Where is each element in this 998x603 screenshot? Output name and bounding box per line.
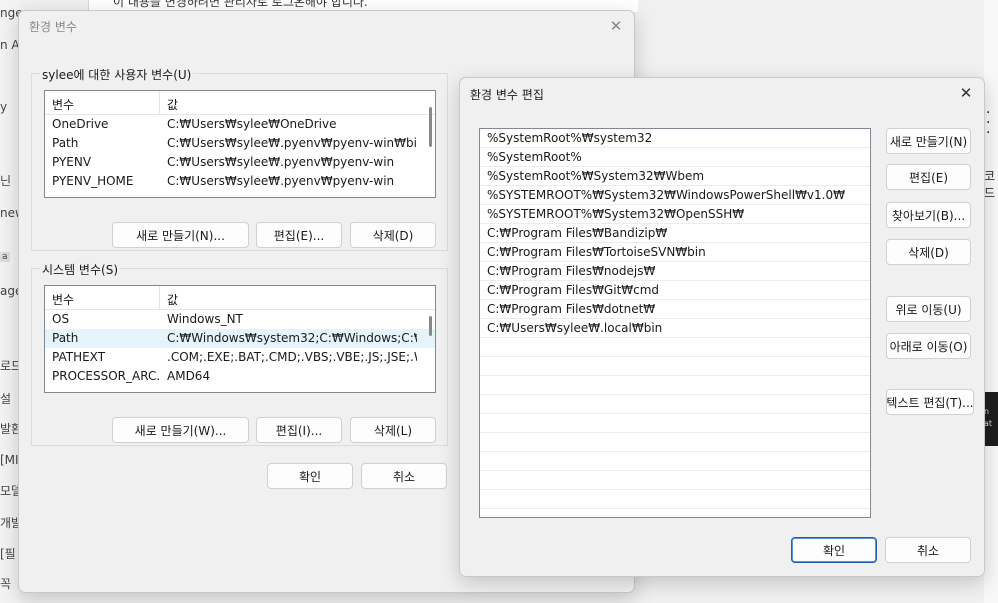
background-fragment: [필 [0,547,16,561]
table-row-selected[interactable]: Path C:₩Windows₩system32;C:₩Windows;C:₩.… [45,329,435,348]
empty-list-item[interactable] [480,414,870,433]
background-left-panel: nge n A y 닌 new a age 로드 설 발환 [MI 모델 개발 … [0,0,25,603]
list-item[interactable]: C:₩Program Files₩Bandizip₩ [480,224,870,243]
background-fragment: 꼭 [0,577,12,591]
list-item[interactable]: C:₩Program Files₩nodejs₩ [480,262,870,281]
list-item[interactable]: %SYSTEMROOT%₩System32₩WindowsPowerShell₩… [480,186,870,205]
browse-button[interactable]: 찾아보기(B)... [886,202,971,228]
system-variables-group: 시스템 변수(S) 변수 값 OS Windows_NT Path C:₩Win… [31,261,448,446]
cancel-button[interactable]: 취소 [361,463,447,489]
background-right-panel: · · · 코드 n at [984,0,998,603]
table-row[interactable]: PATHEXT .COM;.EXE;.BAT;.CMD;.VBS;.VBE;.J… [45,348,435,367]
empty-list-item[interactable] [480,376,870,395]
empty-list-item[interactable] [480,471,870,490]
titlebar[interactable]: 환경 변수 ✕ [19,11,634,41]
user-edit-button[interactable]: 편집(E)... [256,222,342,248]
dialog-title: 환경 변수 편집 [470,88,544,102]
path-list[interactable]: %SystemRoot%₩system32 %SystemRoot% %Syst… [479,128,871,518]
vertical-scrollbar[interactable] [429,107,432,147]
empty-list-item[interactable] [480,357,870,376]
move-down-button[interactable]: 아래로 이동(O) [886,333,971,359]
table-row[interactable]: PYENV C:₩Users₩sylee₩.pyenv₩pyenv-win [45,153,435,172]
dialog-title: 환경 변수 [29,20,77,34]
vertical-scrollbar[interactable] [429,316,432,336]
user-variables-list[interactable]: 변수 값 OneDrive C:₩Users₩sylee₩OneDrive Pa… [44,90,436,198]
list-header: 변수 값 [45,91,435,115]
list-header: 변수 값 [45,286,435,310]
delete-button[interactable]: 삭제(D) [886,239,971,265]
background-fragment: [MI [0,453,19,467]
move-up-button[interactable]: 위로 이동(U) [886,296,971,322]
list-item[interactable]: %SYSTEMROOT%₩System32₩OpenSSH₩ [480,205,870,224]
list-item[interactable]: %SystemRoot%₩system32 [480,129,870,148]
system-delete-button[interactable]: 삭제(L) [350,417,436,443]
background-fragment: n A [0,38,20,52]
ok-button[interactable]: 확인 [791,537,877,563]
column-header-variable[interactable]: 변수 [52,96,74,113]
list-item[interactable]: C:₩Program Files₩Git₩cmd [480,281,870,300]
table-row[interactable]: PROCESSOR_ARC... AMD64 [45,367,435,386]
close-icon[interactable]: ✕ [954,81,978,105]
list-item[interactable]: %SystemRoot%₩System32₩Wbem [480,167,870,186]
empty-list-item[interactable] [480,490,870,509]
list-item[interactable]: C:₩Users₩sylee₩.local₩bin [480,319,870,338]
background-fragment: 설 [0,392,12,406]
ok-button[interactable]: 확인 [267,463,353,489]
list-item[interactable]: C:₩Program Files₩dotnet₩ [480,300,870,319]
background-fragment: y [0,100,8,114]
user-delete-button[interactable]: 삭제(D) [350,222,436,248]
background-fragment: 닌 [0,174,12,188]
edit-environment-variable-dialog: 환경 변수 편집 ✕ %SystemRoot%₩system32 %System… [459,77,985,577]
column-header-variable[interactable]: 변수 [52,291,74,308]
user-variables-group: sylee에 대한 사용자 변수(U) 변수 값 OneDrive C:₩Use… [31,66,448,251]
new-button[interactable]: 새로 만들기(N) [886,128,971,154]
background-notice-text: 이 내용을 변경하려면 관리자로 로그온해야 합니다. [113,0,368,9]
titlebar[interactable]: 환경 변수 편집 ✕ [460,78,984,108]
edit-text-button[interactable]: 텍스트 편집(T)... [886,389,974,415]
list-item[interactable]: C:₩Program Files₩TortoiseSVN₩bin [480,243,870,262]
column-header-value[interactable]: 값 [167,291,178,308]
cancel-button[interactable]: 취소 [885,537,971,563]
system-new-button[interactable]: 새로 만들기(W)... [112,417,249,443]
table-row[interactable]: OS Windows_NT [45,310,435,329]
user-new-button[interactable]: 새로 만들기(N)... [112,222,249,248]
background-fragment: 코드 [984,169,996,200]
system-edit-button[interactable]: 편집(I)... [256,417,342,443]
table-row[interactable]: Path C:₩Users₩sylee₩.pyenv₩pyenv-win₩bin… [45,134,435,153]
empty-list-item[interactable] [480,395,870,414]
background-fragment: a [0,252,10,262]
empty-list-item[interactable] [480,338,870,357]
empty-list-item[interactable] [480,433,870,452]
system-variables-list[interactable]: 변수 값 OS Windows_NT Path C:₩Windows₩syste… [44,285,436,393]
user-variables-label: sylee에 대한 사용자 변수(U) [40,66,194,83]
system-variables-label: 시스템 변수(S) [40,261,120,278]
edit-button[interactable]: 편집(E) [886,164,971,190]
list-item[interactable]: %SystemRoot% [480,148,870,167]
column-header-value[interactable]: 값 [167,96,178,113]
background-dark-panel: n at [984,392,998,446]
close-icon[interactable]: ✕ [604,14,628,38]
empty-list-item[interactable] [480,452,870,471]
table-row[interactable]: OneDrive C:₩Users₩sylee₩OneDrive [45,115,435,134]
table-row[interactable]: PYENV_HOME C:₩Users₩sylee₩.pyenv₩pyenv-w… [45,172,435,191]
more-options-icon[interactable]: · · · [986,106,990,140]
